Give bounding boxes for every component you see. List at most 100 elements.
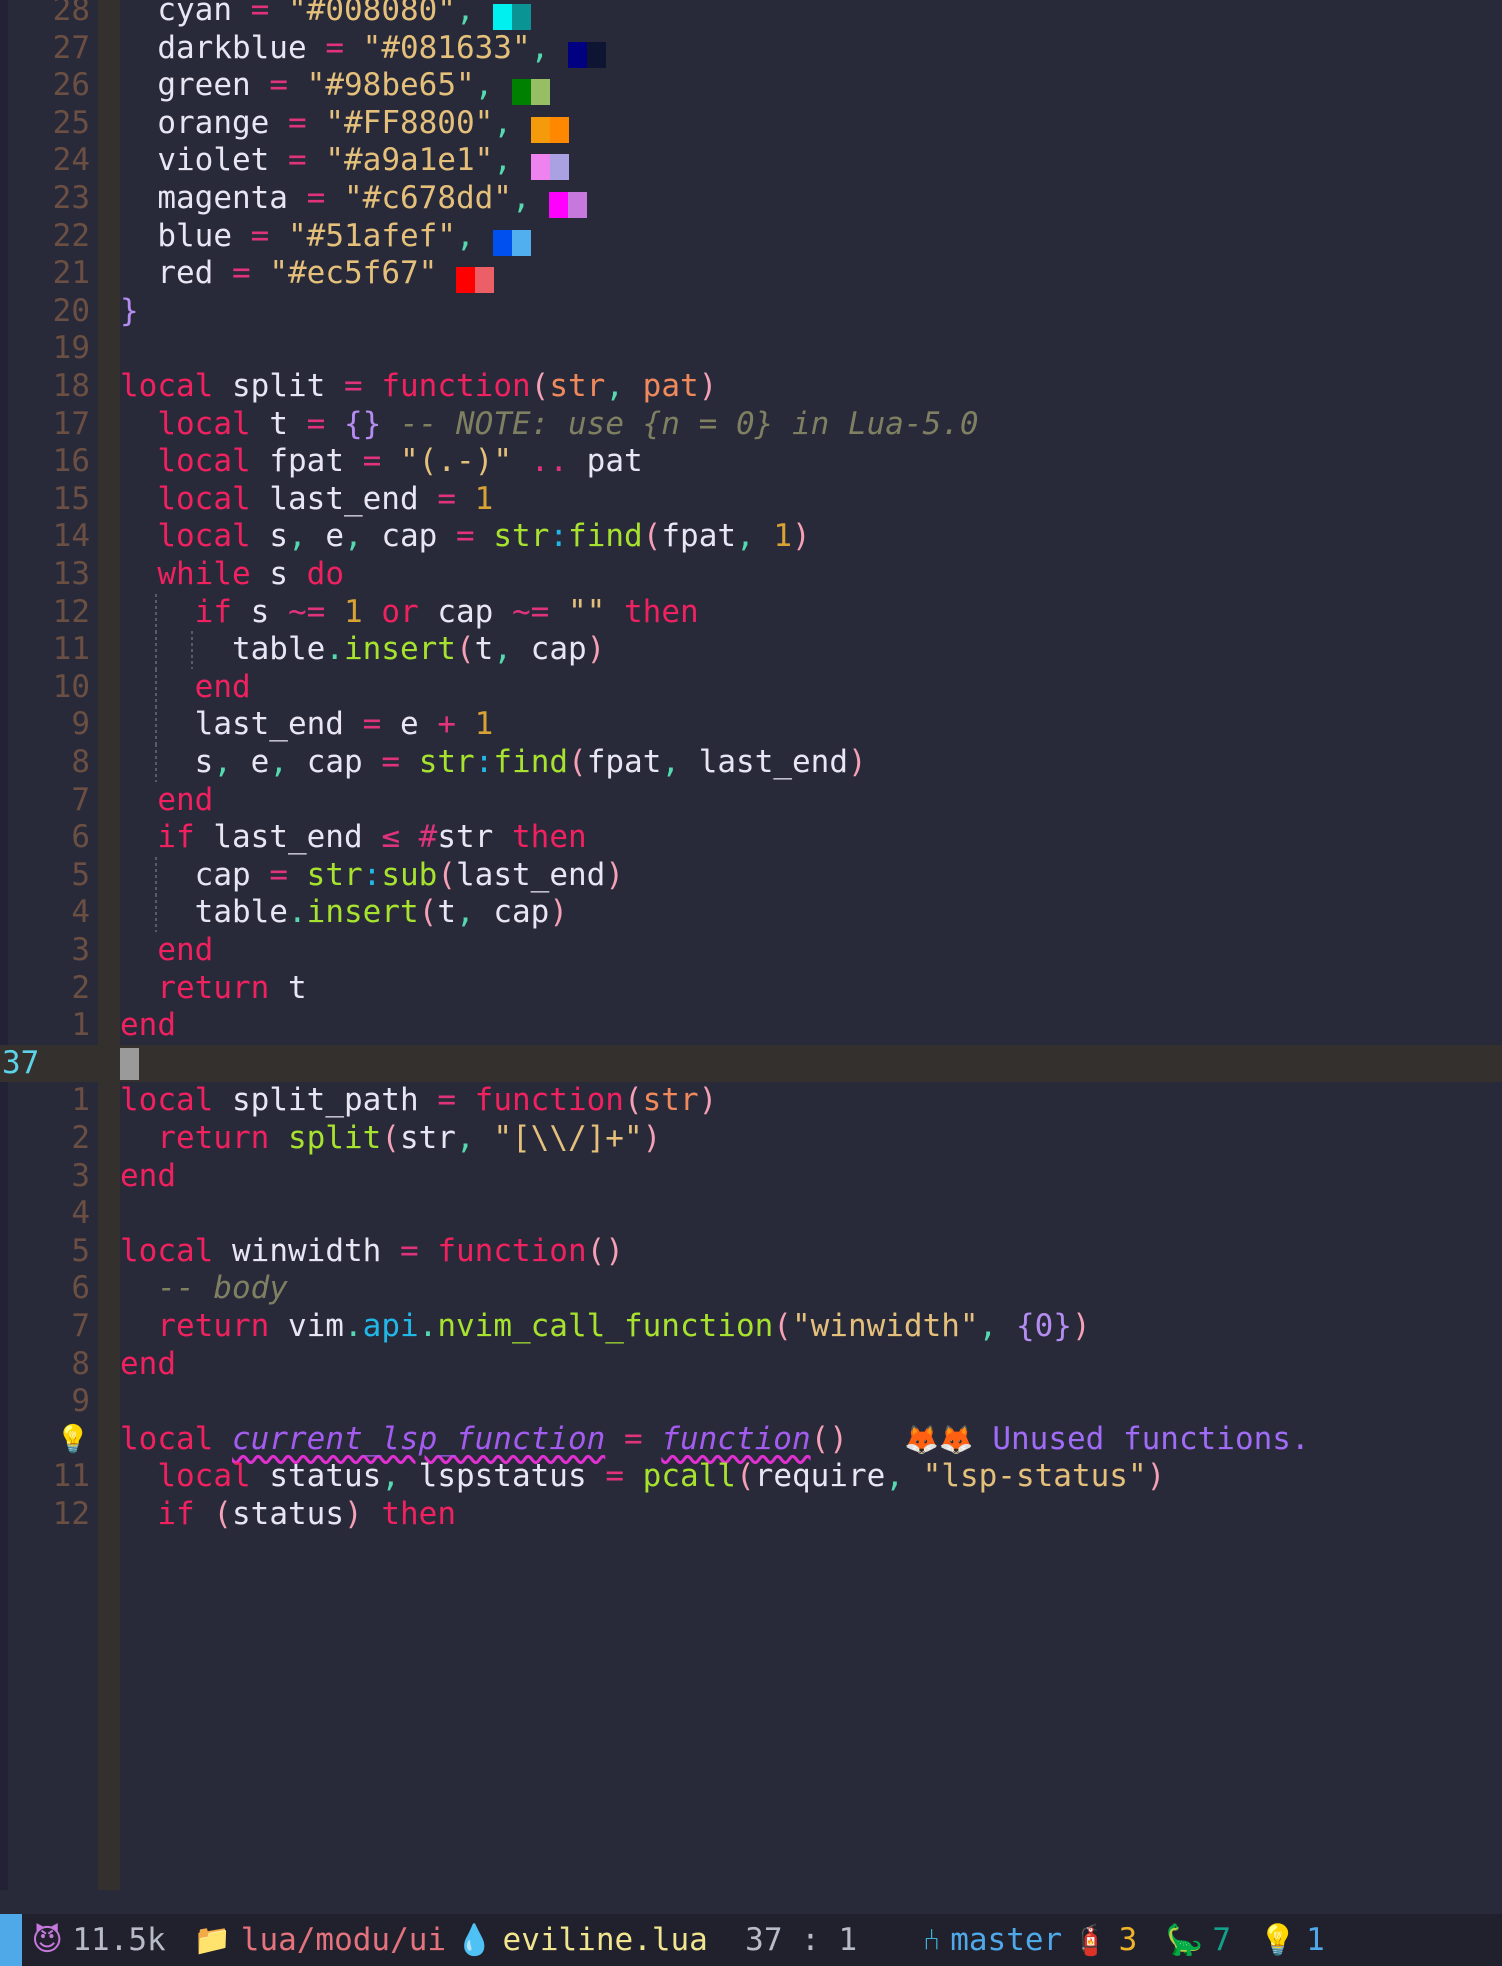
token-var bbox=[251, 406, 270, 442]
token-var bbox=[363, 368, 382, 404]
token-var: last_end bbox=[456, 856, 606, 893]
code-line[interactable]: 28 cyan = "#008080", bbox=[0, 0, 1502, 30]
cursor-position[interactable]: 37 : 1 bbox=[727, 1922, 914, 1958]
code-line[interactable]: 21 red = "#ec5f67" bbox=[0, 255, 1502, 294]
token-op: = bbox=[344, 368, 363, 404]
code-line[interactable]: 7 return vim.api.nvim_call_function("win… bbox=[0, 1308, 1502, 1346]
token-var bbox=[120, 406, 157, 442]
token-op: = bbox=[605, 1458, 624, 1495]
code-line[interactable]: 22 blue = "#51afef", bbox=[0, 218, 1502, 256]
code-line[interactable]: 19 bbox=[0, 330, 1502, 368]
token-var bbox=[120, 67, 157, 103]
file-path[interactable]: lua/modu/ui bbox=[241, 1922, 446, 1958]
line-number: 3 bbox=[71, 932, 90, 968]
token-var bbox=[120, 819, 157, 855]
code-line[interactable]: 37 bbox=[0, 1044, 1502, 1083]
token-var bbox=[475, 518, 494, 554]
code-line[interactable]: 16 local fpat = "(.-)" .. pat bbox=[0, 443, 1502, 481]
code-line[interactable]: 2 return split(str, "[\\/]+") bbox=[0, 1120, 1502, 1158]
code-line[interactable]: 💡 local current_lsp_function = function()… bbox=[0, 1421, 1502, 1459]
token-str: "winwidth" bbox=[791, 1308, 979, 1344]
code-line[interactable]: 20} bbox=[0, 293, 1502, 331]
token-var: require bbox=[754, 1458, 886, 1495]
diagnostics-hint-icon[interactable]: 💡 bbox=[1250, 1923, 1306, 1958]
code-line[interactable]: 24 violet = "#a9a1e1", bbox=[0, 142, 1502, 181]
code-line[interactable]: 27 darkblue = "#081633", bbox=[0, 30, 1502, 68]
code-line[interactable]: 10 end bbox=[0, 668, 1502, 707]
folder-icon[interactable]: 📁 bbox=[184, 1923, 240, 1958]
code-line[interactable]: 23 magenta = "#c678dd", bbox=[0, 180, 1502, 218]
diagnostics-error-count[interactable]: 3 bbox=[1119, 1922, 1156, 1958]
token-fn: insert bbox=[306, 894, 419, 931]
color-swatch-chip bbox=[568, 192, 588, 218]
code-line[interactable]: 8 end bbox=[0, 1346, 1502, 1384]
file-name[interactable]: eviline.lua bbox=[503, 1922, 727, 1958]
token-num2: 1 bbox=[344, 593, 363, 630]
code-line[interactable]: 7 end bbox=[0, 782, 1502, 820]
code-line[interactable]: 3 end bbox=[0, 932, 1502, 970]
code-line[interactable]: 17 local t = {} -- NOTE: use {n = 0} in … bbox=[0, 406, 1502, 444]
token-par: ) bbox=[586, 631, 606, 668]
token-cma: , bbox=[736, 518, 755, 555]
git-branch-name[interactable]: master bbox=[950, 1922, 1062, 1958]
filetype-icon[interactable]: 💧 bbox=[446, 1923, 502, 1958]
statusline[interactable]: 😈 11.5k 📁 lua/modu/ui 💧 eviline.lua 37 :… bbox=[0, 1914, 1502, 1966]
token-str: "#ec5f67" bbox=[269, 255, 438, 292]
token-var bbox=[288, 556, 307, 592]
diagnostics-hint-count[interactable]: 1 bbox=[1306, 1922, 1343, 1958]
token-kw: if bbox=[157, 1496, 195, 1532]
diagnostics-warn-count[interactable]: 7 bbox=[1212, 1922, 1249, 1958]
editor-buffer[interactable]: 28 cyan = "#008080", 27 darkblue = "#081… bbox=[0, 0, 1502, 1890]
lsp-progress-count[interactable]: 11.5k bbox=[72, 1922, 184, 1958]
token-var bbox=[232, 0, 251, 28]
token-var bbox=[269, 105, 288, 141]
token-cma: , bbox=[455, 894, 475, 931]
token-str: "" bbox=[568, 593, 606, 630]
code-line[interactable]: 4 table.insert(t, cap) bbox=[0, 894, 1502, 932]
code-text: local current_lsp_function = function() … bbox=[120, 1421, 1502, 1459]
token-var bbox=[251, 481, 270, 517]
token-par: ) bbox=[848, 744, 867, 780]
code-line[interactable]: 8 s, e, cap = str:find(fpat, last_end) bbox=[0, 744, 1502, 782]
code-line[interactable]: 6 if last_end ≤ #str then bbox=[0, 819, 1502, 857]
code-line[interactable]: 1 end bbox=[0, 1007, 1502, 1045]
code-line[interactable]: 12 if s ~= 1 or cap ~= "" then bbox=[0, 593, 1502, 632]
code-text: local s, e, cap = str:find(fpat, 1) bbox=[120, 518, 1502, 556]
code-line[interactable]: 26 green = "#98be65", bbox=[0, 67, 1502, 106]
code-line[interactable]: 12 if (status) then bbox=[0, 1496, 1502, 1534]
code-line[interactable]: 9 last_end = e + 1 bbox=[0, 706, 1502, 744]
code-line[interactable]: 5 local winwidth = function() bbox=[0, 1233, 1502, 1271]
statusline-segments[interactable]: 😈 11.5k 📁 lua/modu/ui 💧 eviline.lua 37 :… bbox=[22, 1922, 1344, 1958]
token-var bbox=[512, 443, 531, 479]
code-line[interactable]: 5 cap = str:sub(last_end) bbox=[0, 856, 1502, 895]
token-var bbox=[325, 406, 344, 442]
token-unused: function bbox=[661, 1420, 811, 1457]
code-line[interactable]: 1 local split_path = function(str) bbox=[0, 1082, 1502, 1120]
line-number: 28 bbox=[52, 0, 90, 28]
token-var bbox=[605, 1421, 624, 1457]
token-var bbox=[269, 218, 288, 254]
code-line[interactable]: 3 end bbox=[0, 1158, 1502, 1196]
code-line[interactable]: 4 bbox=[0, 1195, 1502, 1233]
code-line[interactable]: 15 local last_end = 1 bbox=[0, 481, 1502, 519]
line-number: 22 bbox=[52, 217, 90, 254]
code-line[interactable]: 18 local split = function(str, pat) bbox=[0, 368, 1502, 406]
token-kw: return bbox=[157, 969, 270, 1006]
code-line[interactable]: 14 local s, e, cap = str:find(fpat, 1) bbox=[0, 518, 1502, 556]
code-line[interactable]: 9 bbox=[0, 1383, 1502, 1421]
code-line[interactable]: 6 -- body bbox=[0, 1270, 1502, 1308]
code-line[interactable]: 11 local status, lspstatus = pcall(requi… bbox=[0, 1458, 1502, 1496]
code-line[interactable]: 2 return t bbox=[0, 970, 1502, 1008]
diagnostics-warn-icon[interactable]: 🦕 bbox=[1156, 1923, 1212, 1958]
code-line[interactable]: 13 while s do bbox=[0, 556, 1502, 594]
diagnostics-error-icon[interactable]: 🧯 bbox=[1062, 1923, 1118, 1958]
code-text: table.insert(t, cap) bbox=[120, 631, 1502, 669]
token-var bbox=[400, 1458, 419, 1494]
code-line[interactable]: 11 table.insert(t, cap) bbox=[0, 631, 1502, 669]
token-var bbox=[120, 631, 232, 667]
code-text: local t = {} -- NOTE: use {n = 0} in Lua… bbox=[120, 406, 1502, 444]
lsp-progress-icon[interactable]: 😈 bbox=[22, 1923, 72, 1958]
code-line[interactable]: 25 orange = "#FF8800", bbox=[0, 105, 1502, 143]
git-branch-icon[interactable]: ⑃ bbox=[913, 1923, 950, 1958]
code-text: red = "#ec5f67" bbox=[120, 255, 1502, 294]
